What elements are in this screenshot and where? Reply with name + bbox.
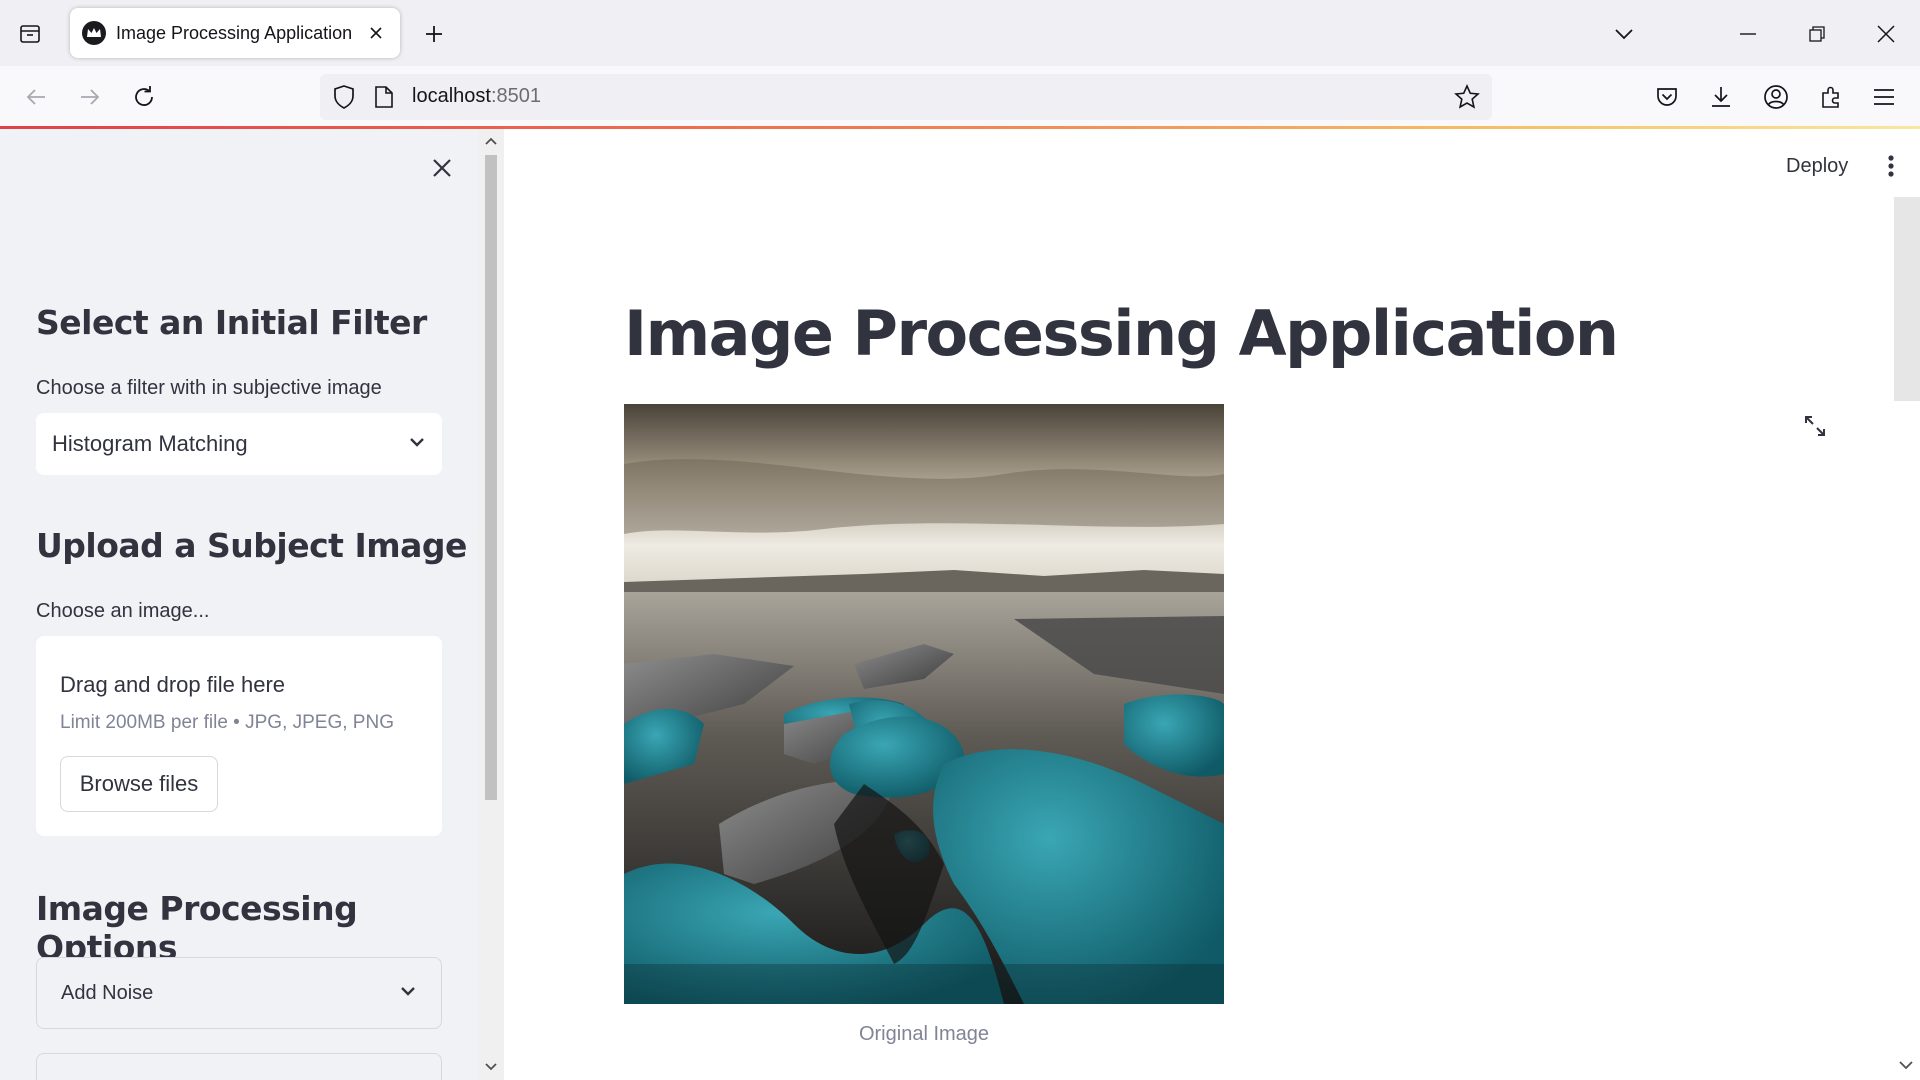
tab-list-icon[interactable] [14,18,46,50]
next-expander[interactable] [36,1053,442,1080]
window-close-icon[interactable] [1866,14,1906,54]
options-heading: Image Processing Options [36,889,358,967]
browser-nav-bar: localhost:8501 [0,66,1920,128]
browser-tab-bar: Image Processing Application [0,0,1920,66]
sidebar-scrollbar-thumb[interactable] [485,155,497,800]
deploy-button[interactable]: Deploy [1776,149,1858,184]
drop-limit: Limit 200MB per file • JPG, JPEG, PNG [60,712,394,733]
arrow-left-icon[interactable] [18,79,54,115]
page-icon [374,85,394,114]
hamburger-icon[interactable] [1866,79,1902,115]
filter-select[interactable]: Histogram Matching [36,413,442,475]
browser-tab-active[interactable]: Image Processing Application [70,8,400,58]
star-icon[interactable] [1454,84,1480,115]
shield-icon[interactable] [332,84,356,115]
scroll-down-icon[interactable] [1899,1057,1915,1073]
page-title: Image Processing Application [624,297,1619,370]
kebab-menu-icon[interactable] [1876,151,1906,181]
tab-title: Image Processing Application [116,22,353,43]
chevron-down-icon [399,984,417,1002]
original-image [624,404,1224,1004]
streamlit-crown-icon [82,21,106,45]
upload-label: Choose an image... [36,600,210,622]
image-caption: Original Image [858,1023,990,1045]
chevron-down-icon [408,435,426,453]
url-text: localhost:8501 [412,85,541,108]
scroll-up-icon[interactable] [483,133,499,149]
filter-select-value: Histogram Matching [52,431,248,456]
url-port: :8501 [490,85,541,107]
sidebar: Select an Initial Filter Choose a filter… [0,129,478,1080]
add-noise-label: Add Noise [61,981,154,1004]
main-content: Deploy Image Processing Application Orig… [504,129,1920,1080]
upload-heading: Upload a Subject Image [36,526,467,565]
list-all-tabs-chevron-icon[interactable] [1604,14,1644,54]
close-icon[interactable] [364,21,388,45]
browse-files-button[interactable]: Browse files [60,756,218,812]
app-root: Select an Initial Filter Choose a filter… [0,129,1920,1080]
filter-label: Choose a filter with in subjective image [36,377,382,399]
url-host: localhost [412,85,491,107]
arrow-right-icon[interactable] [72,79,108,115]
restore-icon[interactable] [1797,14,1837,54]
filter-heading: Select an Initial Filter [36,303,427,342]
plus-icon[interactable] [418,18,450,50]
scroll-down-icon[interactable] [483,1059,499,1075]
drop-title: Drag and drop file here [60,672,286,697]
file-uploader-dropzone[interactable]: Drag and drop file here Limit 200MB per … [36,636,442,836]
main-scrollbar-thumb[interactable] [1894,197,1920,401]
url-bar[interactable]: localhost:8501 [320,74,1492,120]
download-icon[interactable] [1703,79,1739,115]
pocket-icon[interactable] [1649,79,1685,115]
add-noise-expander[interactable]: Add Noise [36,957,442,1029]
close-sidebar-icon[interactable] [425,151,459,185]
sidebar-scrollbar[interactable] [478,129,504,1080]
reload-icon[interactable] [126,79,162,115]
puzzle-icon[interactable] [1813,79,1849,115]
account-icon[interactable] [1758,79,1794,115]
expand-icon[interactable] [1800,411,1830,441]
minimize-icon[interactable] [1728,14,1768,54]
